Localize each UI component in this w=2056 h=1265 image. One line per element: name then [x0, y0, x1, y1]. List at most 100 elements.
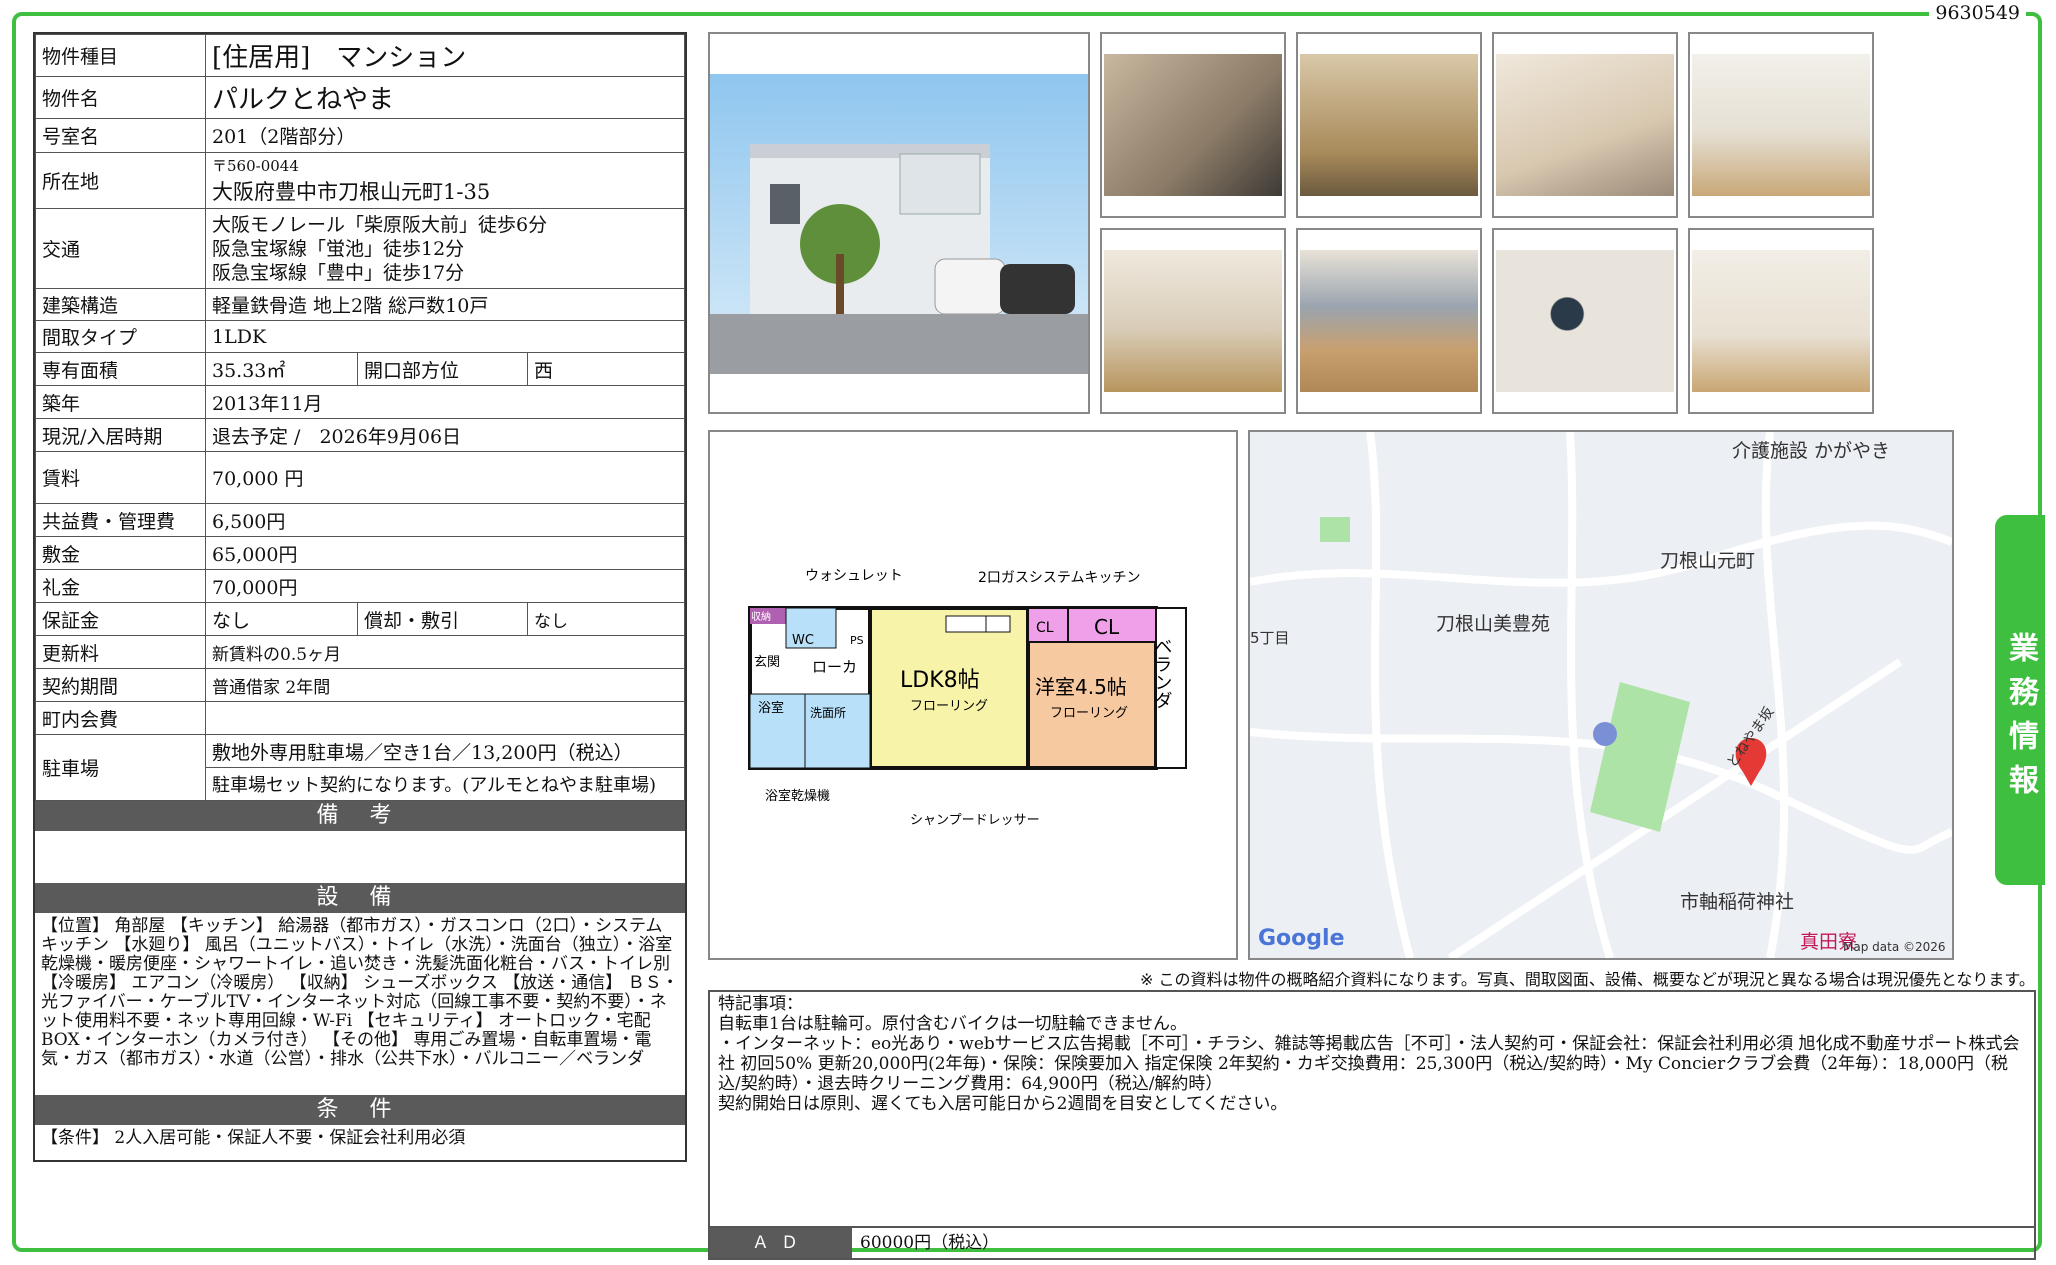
- property-info-panel: 物件種目 [住居用] マンション 物件名 パルクとねやま 号室名 201（2階部分） …: [33, 32, 687, 1162]
- label-room: 号室名: [35, 118, 206, 153]
- fp-dresser: シャンプードレッサー: [910, 813, 1040, 828]
- fp-kitchen: 2口ガスシステムキッチン: [978, 570, 1141, 586]
- interior-photo: [1104, 54, 1282, 196]
- map-label: 刀根山美豊苑: [1436, 613, 1551, 635]
- label-built: 築年: [35, 385, 206, 419]
- photo-thumb[interactable]: [1688, 228, 1874, 414]
- value-area: 35.33㎡: [205, 352, 358, 386]
- value-contract: 普通借家 2年間: [205, 668, 685, 702]
- label-renewal: 更新料: [35, 635, 206, 669]
- section-conditions-header: 条 件: [35, 1095, 685, 1125]
- value-type: [住居用] マンション: [205, 34, 685, 77]
- photo-thumb[interactable]: [1492, 32, 1678, 218]
- value-fee: 6,500円: [205, 503, 685, 537]
- label-name: 物件名: [35, 76, 206, 119]
- value-renewal: 新賃料の0.5ヶ月: [205, 635, 685, 669]
- value-structure: 軽量鉄骨造 地上2階 総戸数10戸: [205, 288, 685, 321]
- document-id: 9630549: [1929, 2, 2026, 24]
- location-map[interactable]: 介護施設 かがやき 刀根山元町 刀根山美豊苑 とねやま坂 市軸稲荷神社 真田寮 …: [1248, 430, 1954, 960]
- label-fee: 共益費・管理費: [35, 503, 206, 537]
- photo-thumb[interactable]: [1100, 32, 1286, 218]
- value-status: 退去予定 / 2026年9月06日: [205, 418, 685, 452]
- interior-photo: [1692, 54, 1870, 196]
- fp-washlet: ウォシュレット: [805, 568, 903, 584]
- fp-storage: 収納: [751, 610, 771, 623]
- label-layout: 間取タイプ: [35, 320, 206, 353]
- value-address: 大阪府豊中市刀根山元町1-35: [212, 180, 491, 204]
- label-deposit: 敷金: [35, 536, 206, 570]
- interior-photo: [1300, 54, 1478, 196]
- remarks-line: 特記事項：: [718, 994, 803, 1014]
- fp-ps: PS: [850, 634, 864, 647]
- fp-western: 洋室4.5帖: [1035, 675, 1127, 699]
- section-remarks-header: 備 考: [35, 801, 685, 831]
- photo-thumb[interactable]: [1492, 228, 1678, 414]
- map-label: 刀根山元町: [1660, 550, 1756, 572]
- interior-photo: [1496, 54, 1674, 196]
- value-parking-2: 駐車場セット契約になります。(アルモとねやま駐車場): [205, 767, 685, 801]
- map-label: 市軸稲荷神社: [1680, 891, 1795, 913]
- photo-thumb[interactable]: [1296, 32, 1482, 218]
- fp-bath: 浴室: [758, 700, 784, 716]
- special-remarks-box: 特記事項： 自転車1台は駐輪可。原付含むバイクは一切駐輪できません。 ・インター…: [708, 990, 2036, 1260]
- interior-photo: [1300, 250, 1478, 392]
- map-label: 介護施設 かがやき: [1732, 440, 1891, 462]
- label-area: 専有面積: [35, 352, 206, 386]
- photo-thumb[interactable]: [1296, 228, 1482, 414]
- photo-thumb[interactable]: [1688, 32, 1874, 218]
- section-equipment-header: 設 備: [35, 883, 685, 913]
- fp-hall: ローカ: [812, 658, 857, 676]
- fp-wc: WC: [792, 633, 814, 648]
- value-room: 201（2階部分）: [205, 118, 685, 153]
- side-tab-business-info[interactable]: 業務情報: [1995, 515, 2045, 885]
- value-direction: 西: [527, 352, 685, 386]
- remarks-line: 自転車1台は駐輪可。原付含むバイクは一切駐輪できません。: [718, 1014, 1187, 1034]
- value-name: パルクとねやま: [205, 76, 685, 119]
- label-key-money: 礼金: [35, 569, 206, 603]
- map-roads: [1250, 432, 1952, 958]
- value-key-money: 70,000円: [205, 569, 685, 603]
- floor-plan[interactable]: 収納 WC PS 玄関 ローカ LDK8帖 フローリング 洋室4.5帖 フローリ…: [708, 430, 1238, 960]
- transport-line: 阪急宝塚線「豊中」徒歩17分: [212, 261, 465, 284]
- exterior-photo[interactable]: [708, 32, 1090, 414]
- label-transport: 交通: [35, 208, 206, 289]
- ad-value: 60000円（税込）: [860, 1233, 1000, 1253]
- label-address: 所在地: [35, 152, 206, 209]
- intercom-photo: [1496, 250, 1674, 392]
- fp-ldk: LDK8帖: [900, 668, 980, 693]
- fp-cl2: CL: [1094, 615, 1120, 639]
- remarks-line: 契約開始日は原則、遅くても入居可能日から2週間を目安としてください。: [718, 1094, 1288, 1114]
- google-logo: Google: [1258, 926, 1345, 951]
- postal-code: 〒560-0044: [212, 157, 299, 175]
- label-town-fee: 町内会費: [35, 701, 206, 735]
- label-structure: 建築構造: [35, 288, 206, 321]
- section-equipment-body: 【位置】 角部屋 【キッチン】 給湯器（都市ガス）・ガスコンロ（2口）・システム…: [41, 916, 679, 1069]
- label-status: 現況/入居時期: [35, 418, 206, 452]
- value-guarantee: なし: [205, 602, 358, 636]
- ad-row: ＡＤ 60000円（税込）: [710, 1226, 2034, 1258]
- interior-photo: [1104, 250, 1282, 392]
- fp-dryer: 浴室乾燥機: [765, 788, 830, 804]
- fp-washroom: 洗面所: [810, 706, 846, 720]
- ad-label: ＡＤ: [710, 1228, 852, 1258]
- fp-cl1: CL: [1036, 620, 1054, 636]
- label-rent: 賃料: [35, 451, 206, 504]
- label-type: 物件種目: [35, 34, 206, 77]
- transport-line: 阪急宝塚線「蛍池」徒歩12分: [212, 237, 465, 260]
- fp-ldk-floor: フローリング: [910, 699, 988, 714]
- value-rent: 70,000 円: [205, 451, 685, 504]
- label-direction: 開口部方位: [357, 352, 528, 386]
- label-amortization: 償却・敷引: [357, 602, 528, 636]
- label-contract: 契約期間: [35, 668, 206, 702]
- disclaimer-note: ※ この資料は物件の概略紹介資料になります。写真、間取図面、設備、概要などが現況…: [1140, 970, 2035, 989]
- fp-entrance: 玄関: [754, 655, 780, 670]
- property-info-table: 物件種目 [住居用] マンション 物件名 パルクとねやま 号室名 201（2階部分） …: [35, 34, 685, 801]
- fp-western-floor: フローリング: [1050, 706, 1128, 721]
- label-guarantee: 保証金: [35, 602, 206, 636]
- photo-thumb[interactable]: [1100, 228, 1286, 414]
- value-parking-1: 敷地外専用駐車場／空き1台／13,200円（税込）: [205, 734, 685, 768]
- value-built: 2013年11月: [205, 385, 685, 419]
- building-exterior-image: [710, 34, 1088, 412]
- floor-plan-drawing: 収納 WC PS 玄関 ローカ LDK8帖 フローリング 洋室4.5帖 フローリ…: [748, 568, 1187, 828]
- value-town-fee: [205, 701, 685, 735]
